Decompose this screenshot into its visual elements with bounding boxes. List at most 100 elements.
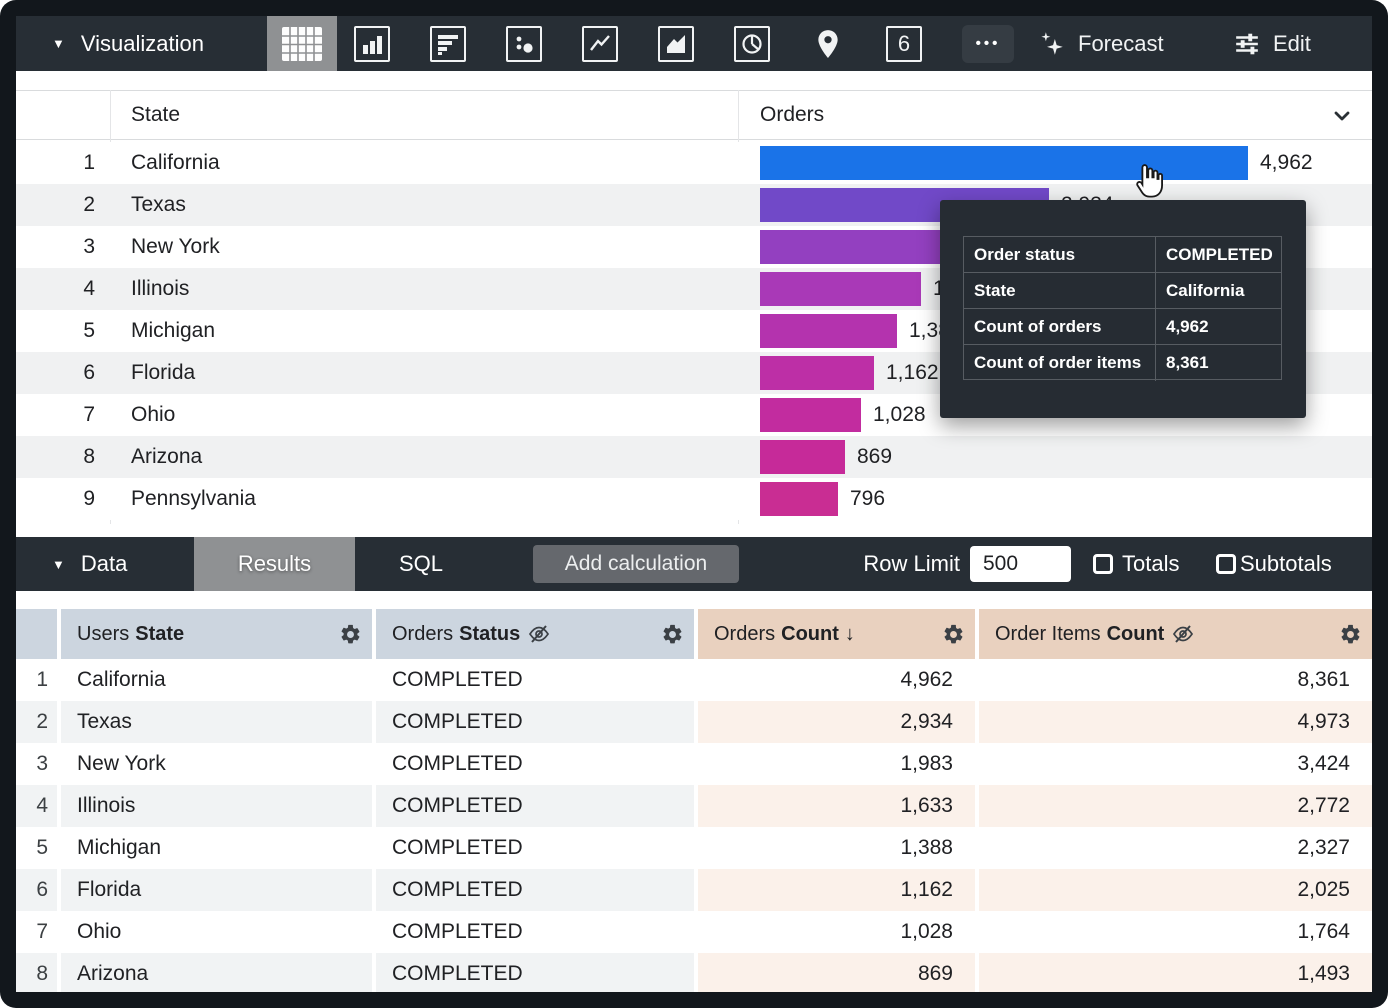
order-items-count-cell[interactable]: 1,493 [979,953,1372,992]
chart-type-table-button[interactable] [267,16,337,71]
order-items-count-cell[interactable]: 2,327 [979,827,1372,869]
chart-type-bar-button[interactable] [430,26,466,62]
orders-count-cell[interactable]: 1,983 [698,743,975,785]
state-cell: Arizona [131,436,202,478]
users-state-cell[interactable]: Michigan [61,827,372,869]
users-state-cell[interactable]: California [61,659,372,701]
tooltip-label: Order status [964,237,1156,272]
orders-status-cell[interactable]: COMPLETED [376,785,694,827]
orders-bar[interactable] [760,482,838,516]
forecast-label: Forecast [1078,31,1164,57]
orders-status-cell[interactable]: COMPLETED [376,743,694,785]
users-state-cell[interactable]: Arizona [61,953,372,992]
row-number: 9 [16,478,95,520]
chart-type-line-button[interactable] [582,26,618,62]
state-cell: California [131,142,220,184]
gear-icon[interactable] [661,623,684,646]
orders-count-cell[interactable]: 1,162 [698,869,975,911]
header-prefix: Order Items [995,623,1101,646]
chart-type-pie-button[interactable] [734,26,770,62]
users-state-cell[interactable]: Illinois [61,785,372,827]
caret-down-icon: ▼ [52,36,65,51]
orders-count-cell[interactable]: 2,934 [698,701,975,743]
header-prefix: Orders [392,623,453,646]
order-items-count-cell[interactable]: 2,025 [979,869,1372,911]
orders-value-label: 869 [857,445,892,469]
row-limit-input[interactable] [970,546,1071,582]
orders-bar[interactable] [760,440,845,474]
data-table-row: 4 Illinois COMPLETED 1,633 2,772 [16,785,1372,827]
chart-type-map-button[interactable] [810,26,846,62]
orders-count-cell[interactable]: 1,028 [698,911,975,953]
subtotals-checkbox[interactable] [1216,554,1236,574]
chart-type-scatter-button[interactable] [506,26,542,62]
caret-down-icon: ▼ [52,557,65,572]
orders-status-cell[interactable]: COMPLETED [376,869,694,911]
orders-collapse-chevron[interactable] [1330,104,1354,128]
edit-button[interactable]: Edit [1234,16,1311,71]
row-limit-label: Row Limit [863,537,960,591]
order-items-count-cell[interactable]: 1,764 [979,911,1372,953]
row-number: 8 [16,436,95,478]
users-state-cell[interactable]: Florida [61,869,372,911]
orders-status-cell[interactable]: COMPLETED [376,953,694,992]
more-chart-types-button[interactable]: ••• [962,25,1014,63]
tab-results[interactable]: Results [194,537,355,591]
chart-type-column-button[interactable] [354,26,390,62]
viz-table-row: 9 Pennsylvania 796 [16,478,1372,520]
users-state-cell[interactable]: New York [61,743,372,785]
order-items-count-cell[interactable]: 3,424 [979,743,1372,785]
orders-value-label: 4,962 [1260,151,1313,175]
column-header-orders-count[interactable]: Orders Count ↓ [698,609,975,659]
add-calculation-button[interactable]: Add calculation [533,545,739,583]
forecast-button[interactable]: Forecast [1038,16,1164,71]
orders-status-cell[interactable]: COMPLETED [376,659,694,701]
data-table-header-row: Users State Orders Status Orders [16,609,1372,659]
edit-label: Edit [1273,31,1311,57]
orders-count-cell[interactable]: 1,633 [698,785,975,827]
totals-checkbox[interactable] [1093,554,1113,574]
row-number: 4 [16,268,95,310]
row-number: 1 [16,142,95,184]
datapoint-tooltip: Order status COMPLETED State California … [940,200,1306,418]
orders-count-cell[interactable]: 4,962 [698,659,975,701]
orders-status-cell[interactable]: COMPLETED [376,701,694,743]
tooltip-row: Order status COMPLETED [964,237,1281,273]
gear-icon[interactable] [339,623,362,646]
orders-bar[interactable] [760,314,897,348]
orders-count-cell[interactable]: 1,388 [698,827,975,869]
users-state-cell[interactable]: Ohio [61,911,372,953]
users-state-cell[interactable]: Texas [61,701,372,743]
column-header-order-items-count[interactable]: Order Items Count [979,609,1372,659]
orders-status-cell[interactable]: COMPLETED [376,827,694,869]
order-items-count-cell[interactable]: 4,973 [979,701,1372,743]
row-number: 3 [16,226,95,268]
state-column-header[interactable]: State [131,103,180,127]
gear-icon[interactable] [1339,623,1362,646]
forecast-sparkle-icon [1038,30,1065,57]
order-items-count-cell[interactable]: 2,772 [979,785,1372,827]
chart-type-area-button[interactable] [658,26,694,62]
column-header-orders-status[interactable]: Orders Status [376,609,694,659]
visualization-toolbar: ▼ Visualization [16,16,1372,71]
chart-type-single-value-button[interactable]: 6 [886,26,922,62]
gear-icon[interactable] [942,623,965,646]
orders-bar[interactable] [760,230,955,264]
visualization-section-toggle[interactable]: ▼ Visualization [52,16,204,71]
orders-bar[interactable] [760,356,874,390]
header-field: Count [781,623,839,646]
tooltip-value: 8,361 [1156,345,1281,381]
data-section-toggle[interactable]: ▼ Data [52,537,127,591]
single-value-icon: 6 [898,31,910,57]
data-table-row: 6 Florida COMPLETED 1,162 2,025 [16,869,1372,911]
orders-status-cell[interactable]: COMPLETED [376,911,694,953]
tab-sql[interactable]: SQL [381,537,461,591]
column-header-users-state[interactable]: Users State [61,609,372,659]
order-items-count-cell[interactable]: 8,361 [979,659,1372,701]
orders-column-header[interactable]: Orders [760,103,824,127]
orders-bar[interactable] [760,146,1248,180]
data-table-row: 2 Texas COMPLETED 2,934 4,973 [16,701,1372,743]
orders-bar[interactable] [760,272,921,306]
orders-bar[interactable] [760,398,861,432]
orders-count-cell[interactable]: 869 [698,953,975,992]
